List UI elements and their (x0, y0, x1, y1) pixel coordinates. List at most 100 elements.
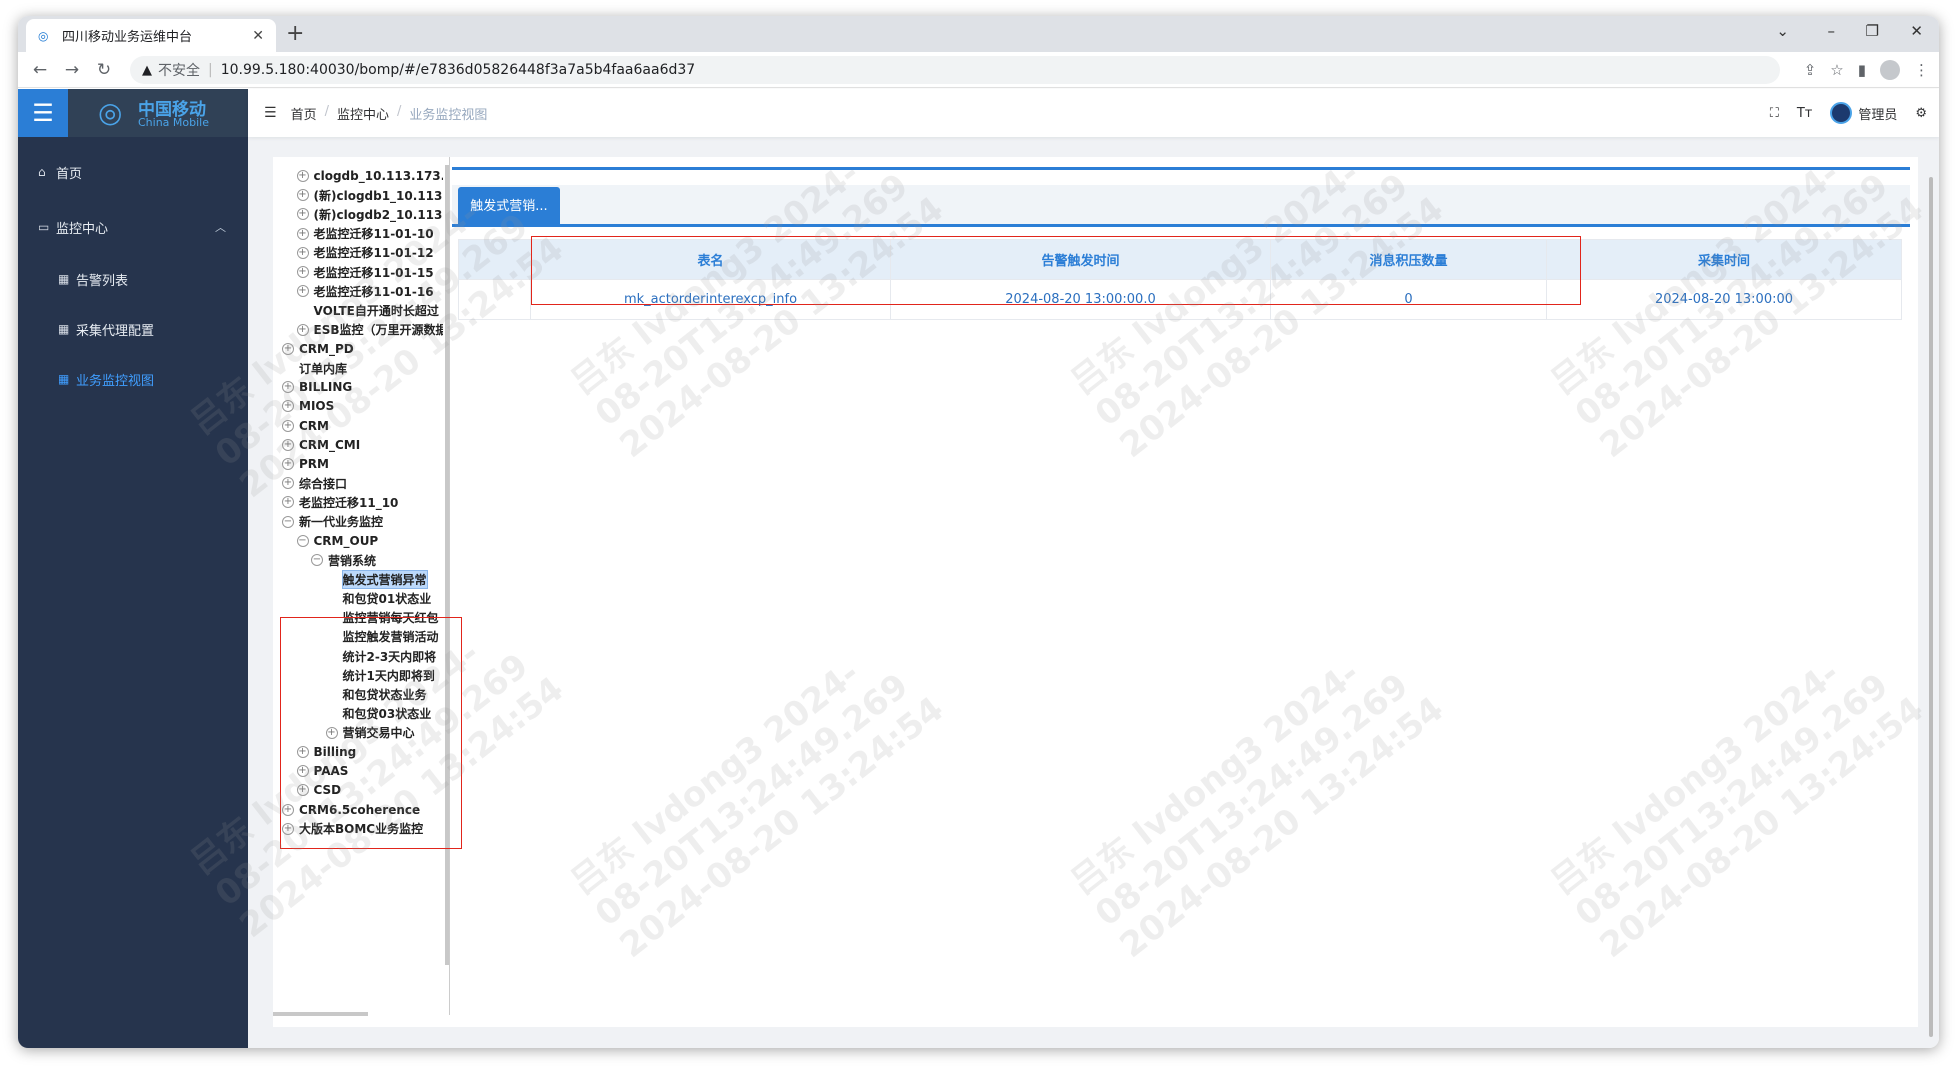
back-icon[interactable]: ← (24, 60, 56, 80)
tree-node[interactable]: + PRM (282, 454, 329, 474)
expand-icon[interactable]: + (282, 458, 294, 470)
tab-close-icon[interactable]: ✕ (252, 28, 264, 44)
grid-icon: ▦ (58, 272, 70, 286)
tree-node[interactable]: + CRM (282, 416, 329, 436)
hamburger-menu-icon[interactable]: ☰ (18, 89, 68, 137)
collapse-menu-icon[interactable]: ☰ (264, 105, 277, 121)
table-cell: 2024-08-20 13:00:00 (1546, 279, 1902, 320)
sidebar-item-monitor-center[interactable]: ▭ 监控中心 ︿ (18, 207, 248, 247)
breadcrumb-monitor-center[interactable]: 监控中心 (337, 104, 389, 123)
expand-icon[interactable]: + (282, 419, 294, 432)
profile-avatar-icon[interactable] (1880, 60, 1900, 80)
tree-node-label: 营销系统 (328, 553, 377, 568)
tree-node[interactable]: + 老监控迁移11_10 (282, 492, 398, 512)
tree-node[interactable]: + 老监控迁移11-01-16 (296, 281, 434, 301)
tree-node[interactable]: + (新)clogdb2_10.113.1 (296, 204, 443, 224)
tab-trigger-marketing[interactable]: 触发式营销... (458, 187, 560, 227)
expand-icon[interactable]: + (296, 189, 309, 202)
minimize-button[interactable]: – (1828, 22, 1836, 40)
tree-horizontal-scrollbar[interactable] (273, 1012, 368, 1016)
tree-node[interactable]: + 综合接口 (282, 473, 347, 493)
collapse-icon[interactable]: − (282, 515, 294, 528)
settings-gear-icon[interactable]: ⚙ (1915, 106, 1927, 121)
omnibox-separator: | (208, 62, 213, 78)
sidebar-item-label: 首页 (56, 166, 83, 182)
tree-node[interactable]: + ESB监控（万里开源数据 (296, 320, 443, 340)
tree-node-label: CRM_CMI (299, 437, 361, 452)
tree-node[interactable]: − CRM_OUP (296, 531, 378, 551)
restore-button[interactable]: ❐ (1866, 22, 1879, 40)
side-panel-icon[interactable]: ▮ (1858, 61, 1866, 79)
expand-icon[interactable]: + (282, 381, 294, 394)
expand-icon[interactable]: + (282, 342, 294, 355)
panel-top-line (452, 167, 1910, 170)
collapse-icon[interactable]: − (296, 534, 309, 547)
expand-icon[interactable]: + (296, 323, 309, 336)
fullscreen-icon[interactable]: ⛶ (1770, 106, 1779, 121)
tree-node[interactable]: + 老监控迁移11-01-15 (296, 262, 434, 282)
tree-node[interactable]: + CRM_CMI (282, 435, 360, 455)
tab-search-icon[interactable]: ⌄ (1776, 22, 1789, 40)
browser-actions: ⇪ ☆ ▮ ⋮ (1804, 52, 1929, 88)
forward-icon[interactable]: → (56, 60, 88, 80)
expand-icon[interactable]: + (296, 285, 309, 298)
home-icon: ⌂ (38, 165, 46, 179)
tree-node[interactable]: + MIOS (282, 396, 334, 416)
browser-menu-icon[interactable]: ⋮ (1914, 61, 1929, 79)
warning-icon: ▲ (142, 62, 152, 78)
expand-icon[interactable]: + (296, 208, 309, 221)
tree-node[interactable]: + BILLING (282, 377, 352, 397)
expand-icon[interactable]: + (296, 266, 309, 278)
tab-strip: ◎ 四川移动业务运维中台 ✕ + ⌄ – ❐ ✕ (18, 16, 1939, 52)
tree-node[interactable]: 和包贷01状态业 (343, 588, 432, 608)
share-icon[interactable]: ⇪ (1804, 61, 1817, 79)
bookmark-star-icon[interactable]: ☆ (1830, 61, 1843, 79)
browser-tab-title: 四川移动业务运维中台 (62, 30, 193, 45)
tree-node[interactable]: − 新一代业务监控 (282, 512, 383, 532)
sidebar-item-alarm-list[interactable]: ▦ 告警列表 (18, 259, 248, 299)
expand-icon[interactable]: + (296, 246, 309, 259)
sidebar-item-label: 告警列表 (76, 273, 129, 289)
expand-icon[interactable]: + (282, 496, 294, 509)
font-size-icon[interactable]: Tт (1797, 106, 1813, 121)
tree-node[interactable]: VOLTE自开通时长超过 (314, 300, 439, 320)
expand-icon[interactable]: + (282, 477, 294, 490)
tree-node-label: 老监控迁移11_10 (299, 495, 399, 510)
user-menu[interactable]: 管理员 (1830, 102, 1897, 124)
url-text[interactable]: 10.99.5.180:40030/bomp/#/e7836d05826448f… (221, 62, 695, 78)
breadcrumb-current: 业务监控视图 (409, 107, 488, 123)
address-bar[interactable]: ▲ 不安全 | 10.99.5.180:40030/bomp/#/e7836d0… (130, 56, 1780, 84)
tree-node[interactable]: + 老监控迁移11-01-12 (296, 243, 434, 263)
browser-tab[interactable]: ◎ 四川移动业务运维中台 ✕ (26, 19, 276, 52)
monitor-tree: + clogdb_10.113.173.1 + (新)clogdb1_10.113.1… (273, 157, 443, 1007)
expand-icon[interactable]: + (282, 400, 294, 413)
new-tab-button[interactable]: + (286, 22, 304, 46)
panel-tabs: 触发式营销... (452, 185, 1910, 227)
tree-node[interactable]: + clogdb_10.113.173.1 (296, 166, 443, 186)
main-area: ☰ 首页 / 监控中心 / 业务监控视图 ⛶ Tт 管理员 ⚙ + clogdb_… (248, 89, 1939, 1048)
avatar (1830, 102, 1853, 124)
expand-icon[interactable]: + (296, 170, 309, 182)
breadcrumb-home[interactable]: 首页 (291, 104, 317, 123)
tree-node[interactable]: + 老监控迁移11-01-10 (296, 224, 434, 244)
collapse-icon[interactable]: − (311, 554, 323, 566)
sidebar-item-home[interactable]: ⌂ 首页 (18, 152, 248, 192)
close-window-button[interactable]: ✕ (1910, 22, 1923, 40)
tree-node-label: 老监控迁移11-01-15 (313, 265, 434, 280)
user-name: 管理员 (1858, 107, 1898, 123)
sidebar-item-agent-config[interactable]: ▦ 采集代理配置 (18, 309, 248, 349)
tree-node[interactable]: + CRM_PD (282, 339, 354, 359)
monitor-icon: ▭ (38, 220, 50, 234)
sidebar-item-business-monitor-view[interactable]: ▦ 业务监控视图 (18, 359, 248, 399)
tree-node[interactable]: 订单内库 (299, 358, 347, 378)
reload-icon[interactable]: ↻ (88, 60, 120, 80)
expand-icon[interactable]: + (282, 438, 294, 451)
tree-node-label: 触发式营销异常 (341, 569, 428, 589)
tree-node[interactable]: + (新)clogdb1_10.113.1 (296, 185, 443, 205)
page-vertical-scrollbar[interactable] (1929, 177, 1933, 1037)
tree-node[interactable]: 触发式营销异常 (341, 569, 428, 589)
app-header: ☰ 首页 / 监控中心 / 业务监控视图 ⛶ Tт 管理员 ⚙ (248, 89, 1939, 137)
tree-node[interactable]: − 营销系统 (311, 550, 376, 570)
tree-node-label: PRM (299, 457, 329, 471)
expand-icon[interactable]: + (296, 227, 309, 240)
